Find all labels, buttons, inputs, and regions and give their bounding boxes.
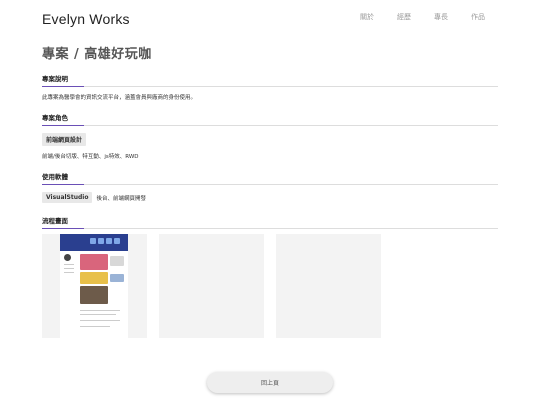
software-tag: VisualStudio [42, 192, 93, 203]
section-heading: 專案說明 [42, 73, 498, 87]
flow-screenshot-2[interactable] [159, 234, 264, 338]
section-role: 專案角色 前端網頁設計 前端/後台切版、特互動、js特效、RWD [42, 112, 498, 160]
preview-banner [60, 234, 128, 251]
section-heading: 使用軟體 [42, 171, 498, 185]
section-heading: 專案角色 [42, 112, 498, 126]
description-text: 此專案為醫學會的資訊交流平台，涵蓋會員與廠商的身份使用。 [42, 95, 197, 101]
section-heading: 流程畫面 [42, 215, 498, 229]
nav-about[interactable]: 關於 [360, 12, 374, 22]
section-flow: 流程畫面 [42, 215, 498, 229]
flow-screenshot-3[interactable] [276, 234, 381, 338]
section-software: 使用軟體 VisualStudio 後台、前端網頁開發 [42, 171, 498, 203]
back-button[interactable]: 回上頁 [207, 372, 333, 393]
website-preview-image [60, 234, 128, 338]
nav-skills[interactable]: 專長 [434, 12, 448, 22]
flow-screenshots [42, 234, 381, 338]
brand-logo[interactable]: Evelyn Works [42, 11, 130, 27]
role-tag: 前端網頁設計 [42, 133, 87, 146]
software-text: 後台、前端網頁開發 [96, 195, 146, 202]
top-nav: 關於 經歷 專長 作品 [360, 12, 485, 22]
nav-works[interactable]: 作品 [471, 12, 485, 22]
nav-experience[interactable]: 經歷 [397, 12, 411, 22]
section-description: 專案說明 此專案為醫學會的資訊交流平台，涵蓋會員與廠商的身份使用。 [42, 73, 498, 101]
flow-screenshot-1[interactable] [42, 234, 147, 338]
page-title: 專案 / 高雄好玩咖 [42, 47, 152, 62]
role-text: 前端/後台切版、特互動、js特效、RWD [42, 154, 139, 160]
